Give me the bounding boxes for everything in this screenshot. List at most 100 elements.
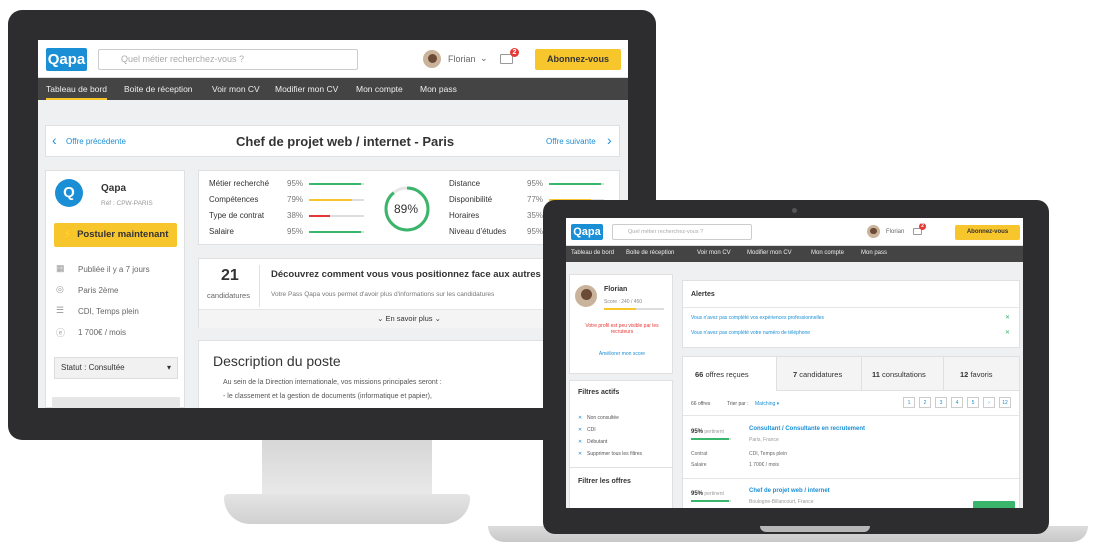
close-icon[interactable]: ✕ bbox=[1005, 329, 1010, 336]
location-icon: ◎ bbox=[56, 284, 64, 294]
profile-warning: Votre profil est peu visible par les rec… bbox=[585, 323, 659, 335]
nav-account[interactable]: Mon compte bbox=[356, 84, 403, 94]
offer-item[interactable]: 95% pertinent Chef de projet web / inter… bbox=[683, 479, 1019, 508]
status-select[interactable]: Statut : Consultée ▾ bbox=[54, 357, 178, 379]
offer-title[interactable]: Chef de projet web / internet bbox=[749, 488, 830, 494]
tab-views[interactable]: 11 consultations bbox=[861, 357, 943, 391]
desktop-header: Qapa Quel métier recherchez-vous ? Flori… bbox=[38, 40, 628, 78]
divider bbox=[683, 307, 1019, 308]
next-offer-link[interactable]: Offre suivante bbox=[546, 137, 596, 146]
match-criterion-fill bbox=[309, 183, 362, 185]
nav-edit-cv[interactable]: Modifier mon CV bbox=[275, 84, 338, 94]
match-criterion-label: Distance bbox=[449, 179, 481, 188]
caret-down-icon: ▾ bbox=[166, 363, 171, 372]
filter-close-icon[interactable]: ✕ bbox=[578, 451, 582, 457]
pagination-page[interactable]: 12 bbox=[999, 397, 1011, 408]
offer-match-label: pertinent bbox=[704, 491, 724, 497]
chevron-down-icon: ⌄ bbox=[432, 314, 441, 323]
divider bbox=[570, 467, 672, 468]
nav-account[interactable]: Mon compte bbox=[811, 250, 844, 256]
candidatures-count: 21 bbox=[221, 267, 239, 284]
offer-match-pct: 95% bbox=[691, 491, 704, 497]
user-name[interactable]: Florian bbox=[448, 54, 476, 64]
match-criterion-label: Métier recherché bbox=[209, 179, 270, 188]
user-name[interactable]: Florian bbox=[886, 229, 904, 235]
tab-offers[interactable]: 66 offres reçues bbox=[683, 357, 777, 391]
pagination-page[interactable]: 5 bbox=[967, 397, 979, 408]
match-score-value: 89% bbox=[394, 202, 419, 216]
sort-value: Matching bbox=[755, 401, 776, 407]
match-criterion-fill bbox=[309, 231, 362, 233]
pagination-page[interactable]: 1 bbox=[903, 397, 915, 408]
tab-favorites[interactable]: 12 favoris bbox=[943, 357, 1019, 391]
pagination-page[interactable]: 2 bbox=[919, 397, 931, 408]
alert-link[interactable]: Vous n'avez pas complété votre numéro de… bbox=[691, 330, 810, 336]
match-criterion-pct: 77% bbox=[527, 195, 544, 204]
improve-score-link[interactable]: Améliorer mon score bbox=[578, 351, 666, 357]
apply-button[interactable] bbox=[973, 501, 1015, 508]
lightning-icon: ⚡ bbox=[62, 229, 78, 240]
match-criterion: Salaire 95% bbox=[209, 227, 369, 239]
company-logo: Q bbox=[55, 179, 83, 207]
offer-title[interactable]: Consultant / Consultante en recrutement bbox=[749, 426, 865, 432]
offer-match-bar bbox=[691, 500, 731, 502]
match-criterion-pct: 38% bbox=[287, 211, 304, 220]
offer-match-pct: 95% bbox=[691, 429, 704, 435]
contract-text: CDI, Temps plein bbox=[78, 307, 139, 316]
chevron-left-icon[interactable]: ‹ bbox=[52, 132, 57, 148]
user-avatar[interactable] bbox=[423, 50, 441, 68]
match-criterion-pct: 79% bbox=[287, 195, 304, 204]
match-criterion-pct: 35% bbox=[527, 211, 544, 220]
filter-close-icon[interactable]: ✕ bbox=[578, 427, 582, 433]
nav-edit-cv[interactable]: Modifier mon CV bbox=[747, 250, 792, 256]
match-criterion: Métier recherché 95% bbox=[209, 179, 369, 191]
nav-pass[interactable]: Mon pass bbox=[420, 84, 457, 94]
search-input[interactable]: Quel métier recherchez-vous ? bbox=[98, 49, 358, 70]
clear-filters-link[interactable]: Supprimer tous les filtres bbox=[587, 451, 642, 457]
apply-button[interactable]: ⚡ Postuler maintenant bbox=[54, 223, 177, 247]
nav-dashboard[interactable]: Tableau de bord bbox=[46, 84, 107, 100]
alerts-card: Alertes Vous n'avez pas complété vos exp… bbox=[682, 280, 1020, 348]
pagination-page[interactable]: 4 bbox=[951, 397, 963, 408]
subscribe-button[interactable]: Abonnez-vous bbox=[955, 225, 1020, 240]
offer-salary: 1 700€ / mois bbox=[749, 462, 780, 468]
close-icon[interactable]: ✕ bbox=[1005, 314, 1010, 321]
qapa-logo[interactable]: Qapa bbox=[46, 48, 87, 71]
nav-view-cv[interactable]: Voir mon CV bbox=[697, 250, 731, 256]
search-input[interactable]: Quel métier recherchez-vous ? bbox=[612, 224, 752, 240]
alert-link[interactable]: Vous n'avez pas complété vos expériences… bbox=[691, 315, 824, 321]
position-text: Votre Pass Qapa vous permet d'avoir plus… bbox=[271, 291, 495, 298]
nav-inbox[interactable]: Boite de réception bbox=[626, 250, 674, 256]
filter-close-icon[interactable]: ✕ bbox=[578, 439, 582, 445]
match-criterion-label: Compétences bbox=[209, 195, 259, 204]
laptop-camera bbox=[792, 208, 797, 213]
filter-close-icon[interactable]: ✕ bbox=[578, 415, 582, 421]
match-criterion-fill bbox=[549, 183, 602, 185]
match-criterion-pct: 95% bbox=[287, 227, 304, 236]
nav-dashboard[interactable]: Tableau de bord bbox=[571, 250, 614, 256]
offers-card: 66 offres reçues 7 candidatures 11 consu… bbox=[682, 356, 1020, 508]
euro-icon: ⓔ bbox=[56, 328, 66, 338]
candidatures-label: candidatures bbox=[207, 291, 250, 300]
match-criterion: Compétences 79% bbox=[209, 195, 369, 207]
pagination-page[interactable]: 3 bbox=[935, 397, 947, 408]
tab-favorites-count: 12 bbox=[960, 370, 969, 379]
filter-item: Non consultée bbox=[587, 415, 619, 421]
tab-applications[interactable]: 7 candidatures bbox=[777, 357, 861, 391]
user-avatar[interactable] bbox=[867, 225, 880, 238]
monitor-stand bbox=[224, 494, 470, 524]
nav-inbox[interactable]: Boite de réception bbox=[124, 84, 193, 94]
calendar-icon: ▦ bbox=[56, 263, 65, 273]
nav-pass[interactable]: Mon pass bbox=[861, 250, 887, 256]
match-criterion-pct: 95% bbox=[527, 179, 544, 188]
sort-select[interactable]: Matching ▾ bbox=[755, 401, 779, 407]
qapa-logo[interactable]: Qapa bbox=[571, 224, 603, 240]
pagination-page[interactable]: › bbox=[983, 397, 995, 408]
previous-offer-link[interactable]: Offre précédente bbox=[66, 137, 126, 146]
nav-view-cv[interactable]: Voir mon CV bbox=[212, 84, 260, 94]
chevron-down-icon[interactable]: ⌄ bbox=[480, 53, 488, 64]
chevron-right-icon[interactable]: › bbox=[607, 132, 612, 148]
company-card: Q Qapa Réf : CPW-PARIS ⚡ Postuler mainte… bbox=[45, 170, 185, 408]
offer-item[interactable]: 95% pertinent Consultant / Consultante e… bbox=[683, 416, 1019, 476]
subscribe-button[interactable]: Abonnez-vous bbox=[535, 49, 621, 70]
